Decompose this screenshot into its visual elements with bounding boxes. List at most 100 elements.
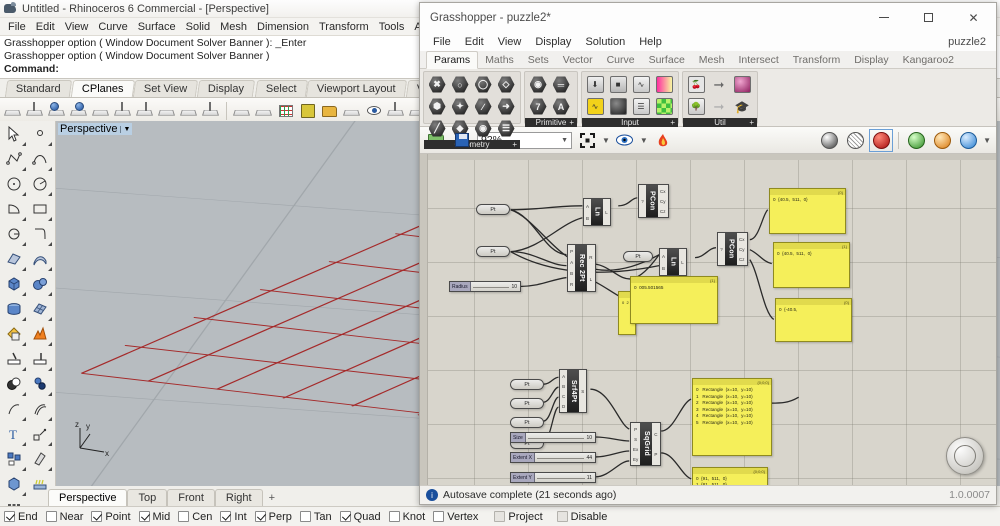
input-pin[interactable]: R xyxy=(570,282,573,287)
loft-surface-icon[interactable] xyxy=(28,248,54,273)
gh-component-point-construct-1[interactable]: ? PCon Cx Cy Cz xyxy=(638,184,669,218)
checkbox-icon[interactable] xyxy=(339,511,351,522)
rhino-menu-mesh[interactable]: Mesh xyxy=(215,21,252,33)
cplane-undo-icon[interactable] xyxy=(232,101,252,121)
gh-param-point-4[interactable]: Pt xyxy=(623,251,653,262)
rhino-menu-curve[interactable]: Curve xyxy=(93,21,132,33)
expand-icon[interactable]: + xyxy=(569,118,574,127)
gh-panel-number[interactable]: {1} 0 005.501565 xyxy=(630,276,718,324)
gh-tab-curve[interactable]: Curve xyxy=(600,52,642,68)
expand-icon[interactable]: + xyxy=(670,118,675,127)
rhino-menu-dimension[interactable]: Dimension xyxy=(252,21,314,33)
gh-tab-vector[interactable]: Vector xyxy=(556,52,600,68)
util-arrow-right-icon[interactable]: ➞ xyxy=(708,74,730,95)
polyline-icon[interactable] xyxy=(2,148,28,173)
geometry-mesh-icon[interactable]: ✦ xyxy=(449,96,471,117)
checkbox-icon[interactable] xyxy=(254,511,266,522)
component-name[interactable]: Rec 2Pt xyxy=(575,245,588,291)
cplane-to-surface-icon[interactable] xyxy=(69,101,89,121)
rhino-menu-tools[interactable]: Tools xyxy=(374,21,410,33)
rhino-menu-transform[interactable]: Transform xyxy=(314,21,374,33)
input-pin[interactable]: Ey xyxy=(633,457,638,462)
maximize-button[interactable] xyxy=(906,3,951,32)
viewport-tab-add-button[interactable]: + xyxy=(262,490,282,506)
bake-flame-icon[interactable] xyxy=(652,130,674,151)
input-pin[interactable]: S xyxy=(634,437,637,442)
toolbar-tab-viewport-layout[interactable]: Viewport Layout xyxy=(305,80,407,97)
expand-icon[interactable]: + xyxy=(512,140,517,149)
input-toggle-icon[interactable]: ■ xyxy=(607,74,629,95)
primitive-number-icon[interactable]: 7 xyxy=(527,96,549,117)
output-pin[interactable]: C xyxy=(654,432,657,437)
output-pin[interactable]: Cx xyxy=(660,189,666,194)
toolbar-tab-standard[interactable]: Standard xyxy=(4,80,72,97)
input-pin[interactable]: A xyxy=(586,204,589,209)
canvas-scrollbar-top[interactable] xyxy=(420,154,996,160)
osnap-near[interactable]: Near xyxy=(45,511,83,523)
input-gradient-icon[interactable] xyxy=(653,74,675,95)
util-cluster-icon[interactable] xyxy=(731,74,753,95)
primitive-integer-icon[interactable]: ═ xyxy=(550,74,572,95)
gh-menu-file[interactable]: File xyxy=(426,36,458,48)
geometry-brep-icon[interactable]: ◇ xyxy=(495,74,517,95)
input-pin[interactable]: A xyxy=(662,254,665,259)
geometry-line-icon[interactable]: ╱ xyxy=(426,118,448,139)
geometry-solid-icon[interactable]: ◉ xyxy=(472,118,494,139)
input-pin[interactable]: A xyxy=(562,374,565,379)
input-pin[interactable]: B xyxy=(662,266,665,271)
zoom-extents-icon[interactable] xyxy=(576,130,598,151)
input-pin[interactable]: Ex xyxy=(633,447,638,452)
input-pin[interactable]: P xyxy=(570,249,573,254)
slider-track[interactable] xyxy=(471,282,512,291)
mesh-icon[interactable] xyxy=(28,298,54,323)
dimension-icon[interactable] xyxy=(28,423,54,448)
osnap-disable[interactable]: Disable xyxy=(556,511,607,523)
text-icon[interactable]: T xyxy=(2,423,28,448)
gh-panel-point-a[interactable]: {0} 0 {40.5, 511, 0} xyxy=(769,188,846,234)
cplane-z-icon[interactable] xyxy=(135,101,155,121)
gh-slider-extent-y[interactable]: Extent Y 11 xyxy=(510,472,596,483)
output-pin[interactable]: R xyxy=(589,255,592,260)
rhino-menu-view[interactable]: View xyxy=(60,21,94,33)
chevron-down-icon[interactable]: ▼ xyxy=(120,125,130,133)
output-pin[interactable]: P xyxy=(654,452,657,457)
osnap-point[interactable]: Point xyxy=(91,511,131,523)
expand-icon[interactable]: + xyxy=(749,118,754,127)
gh-tab-params[interactable]: Params xyxy=(426,51,479,69)
point-icon[interactable] xyxy=(28,123,54,148)
rhino-menu-surface[interactable]: Surface xyxy=(133,21,181,33)
wireframe-preview-icon[interactable] xyxy=(844,130,866,151)
cplane-prev-icon[interactable] xyxy=(179,101,199,121)
viewport-label[interactable]: Perspective ▼ xyxy=(58,123,133,135)
input-pin[interactable]: A xyxy=(570,260,573,265)
geometry-surface-icon[interactable]: ◯ xyxy=(472,74,494,95)
dropdown-dot[interactable]: ▼ xyxy=(602,136,610,145)
rectangle-icon[interactable] xyxy=(28,198,54,223)
cplane-redo-icon[interactable] xyxy=(254,101,274,121)
input-pin[interactable]: B xyxy=(562,384,565,389)
gh-menu-edit[interactable]: Edit xyxy=(458,36,491,48)
curve-icon[interactable] xyxy=(28,148,54,173)
cplane-3point-icon[interactable] xyxy=(25,101,45,121)
chevron-down-icon[interactable]: ▼ xyxy=(561,137,568,144)
viewport-tab-top[interactable]: Top xyxy=(127,489,168,506)
surface-from-curves-icon[interactable] xyxy=(2,248,28,273)
gh-panel-point-c[interactable]: {0} 0 {-40.5, xyxy=(775,298,852,342)
output-pin[interactable]: L xyxy=(590,277,593,282)
input-pin[interactable]: P xyxy=(634,427,637,432)
osnap-mid[interactable]: Mid xyxy=(138,511,170,523)
osnap-knot[interactable]: Knot xyxy=(388,511,425,523)
grasshopper-titlebar[interactable]: Grasshopper - puzzle2* ✕ xyxy=(420,3,996,32)
osnap-project[interactable]: Project xyxy=(494,511,543,523)
gh-menu-display[interactable]: Display xyxy=(528,36,578,48)
viewport-tab-front[interactable]: Front xyxy=(167,489,215,506)
geometry-box-icon[interactable]: ⬢ xyxy=(426,96,448,117)
circle-icon[interactable] xyxy=(2,173,28,198)
gh-tab-mesh[interactable]: Mesh xyxy=(692,52,732,68)
cplane-origin-icon[interactable] xyxy=(3,101,23,121)
component-name[interactable]: Ln xyxy=(667,249,680,275)
boolean-intersect-icon[interactable] xyxy=(28,373,54,398)
rhino-menu-edit[interactable]: Edit xyxy=(31,21,60,33)
input-knob-icon[interactable]: ∿ xyxy=(630,74,652,95)
gh-component-rectangle-2pt[interactable]: P A B R Rec 2Pt R L xyxy=(567,244,596,292)
